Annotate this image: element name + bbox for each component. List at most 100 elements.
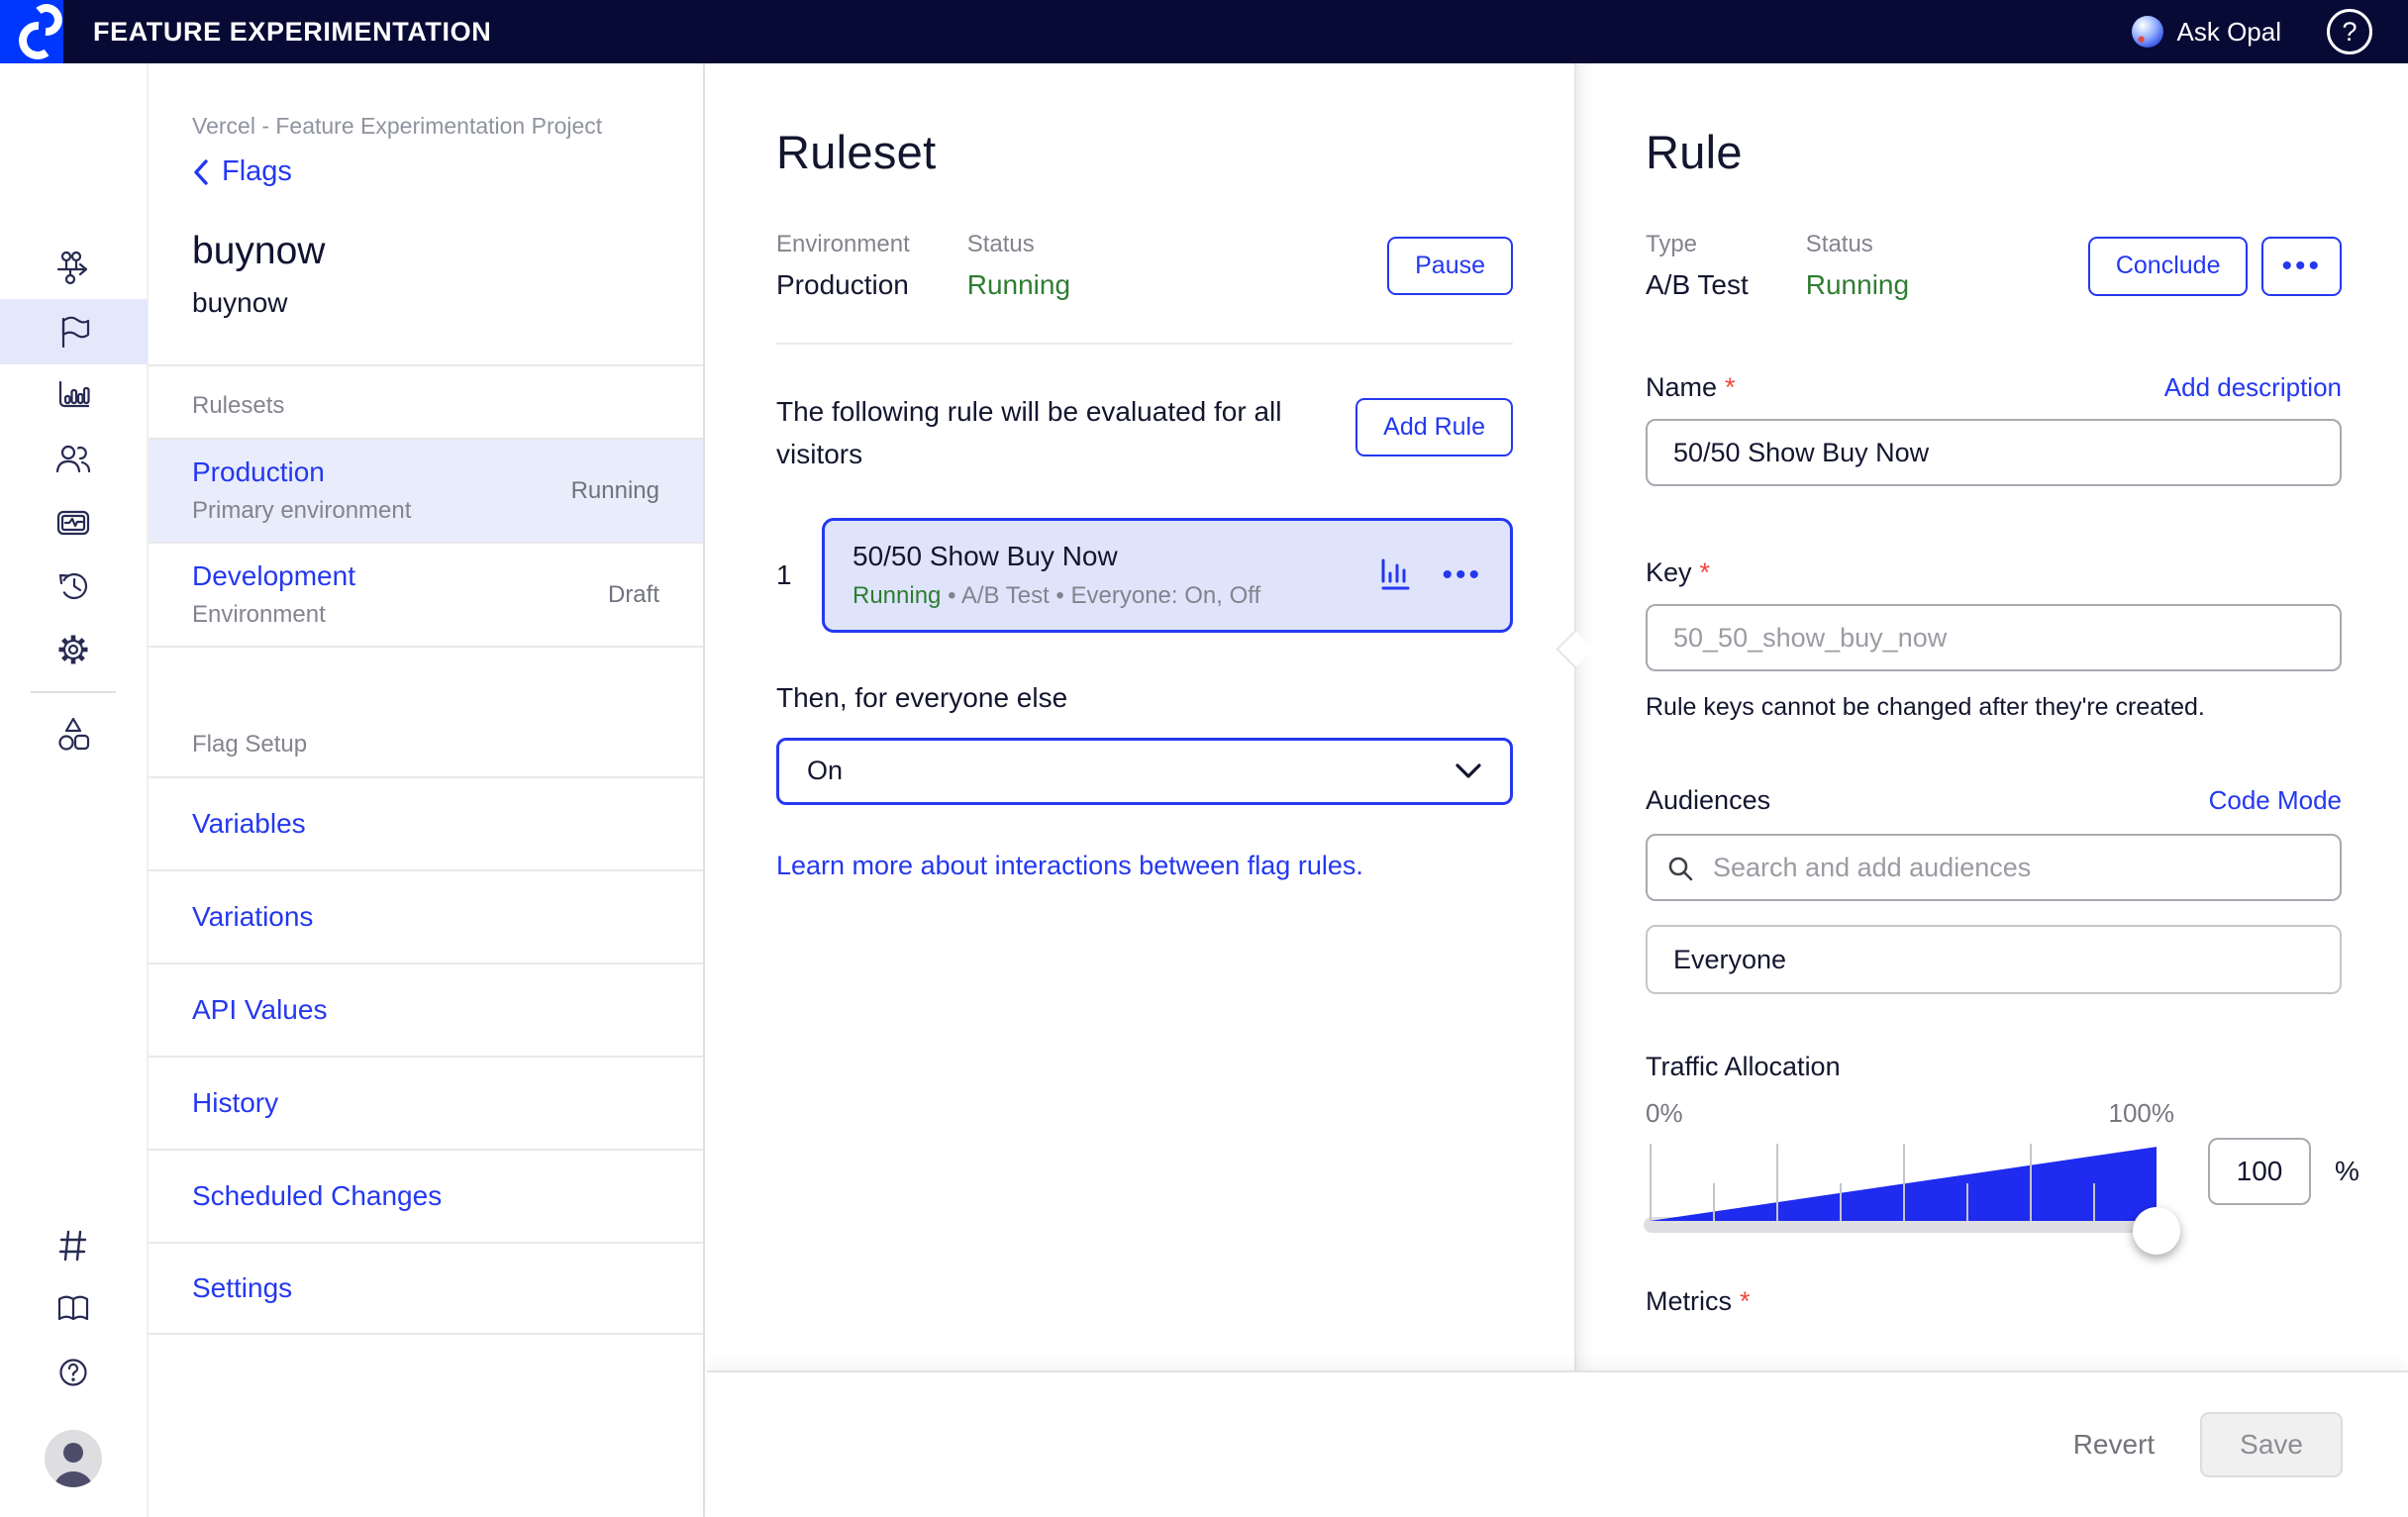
optimizely-logo-icon bbox=[14, 3, 71, 60]
breadcrumb: Vercel - Feature Experimentation Project bbox=[192, 113, 659, 140]
slider-min-label: 0% bbox=[1646, 1098, 1683, 1129]
optimizely-logo[interactable] bbox=[0, 0, 63, 63]
environment-label: Environment bbox=[776, 231, 910, 258]
add-description-link[interactable]: Add description bbox=[2164, 372, 2342, 403]
sidebar-item-components[interactable] bbox=[0, 703, 148, 766]
shapes-icon bbox=[54, 716, 92, 754]
status-label: Status bbox=[967, 231, 1070, 258]
sidebar-item-history[interactable]: History bbox=[149, 1056, 703, 1149]
pause-button[interactable]: Pause bbox=[1387, 237, 1513, 295]
required-asterisk: * bbox=[1725, 372, 1736, 402]
sidebar-item-events[interactable] bbox=[0, 491, 148, 555]
status-value: Running bbox=[1806, 269, 1909, 301]
bar-chart-icon bbox=[54, 377, 92, 415]
sidebar-item-docs[interactable] bbox=[0, 1277, 148, 1341]
traffic-allocation-slider[interactable]: 0% 100% bbox=[1646, 1098, 2160, 1247]
rule-card[interactable]: 50/50 Show Buy Now Running • A/B Test • … bbox=[822, 518, 1513, 633]
audience-search-input[interactable] bbox=[1646, 834, 2342, 901]
status-label: Status bbox=[1806, 231, 1909, 258]
flag-setup-section-label: Flag Setup bbox=[149, 705, 703, 776]
rulesets-section-label: Rulesets bbox=[149, 364, 703, 438]
feature-experimentation-app: FEATURE EXPERIMENTATION Ask Opal ? bbox=[0, 0, 2408, 1517]
opal-orb-icon bbox=[2132, 16, 2163, 48]
required-asterisk: * bbox=[1740, 1286, 1751, 1316]
environment-status: Running bbox=[571, 477, 659, 505]
code-mode-link[interactable]: Code Mode bbox=[2209, 785, 2342, 816]
sidebar-item-experiments[interactable] bbox=[0, 236, 148, 299]
environment-name: Development bbox=[192, 560, 355, 592]
add-rule-button[interactable]: Add Rule bbox=[1355, 398, 1513, 456]
sidebar-item-variables[interactable]: Variables bbox=[149, 776, 703, 869]
sidebar-item-settings[interactable] bbox=[0, 618, 148, 681]
rule-menu-button[interactable]: ••• bbox=[1442, 560, 1482, 590]
rule-number: 1 bbox=[776, 559, 822, 591]
experiment-flow-icon bbox=[54, 249, 92, 286]
ruleset-divider bbox=[776, 343, 1513, 345]
history-clock-icon bbox=[54, 567, 92, 605]
save-button[interactable]: Save bbox=[2200, 1412, 2343, 1477]
sidebar-item-shortcuts[interactable] bbox=[0, 1214, 148, 1277]
status-value: Running bbox=[967, 269, 1070, 301]
slider-handle[interactable] bbox=[2133, 1207, 2180, 1255]
sidebar-item-production[interactable]: Production Primary environment Running bbox=[149, 438, 703, 542]
flag-panel: Vercel - Feature Experimentation Project… bbox=[149, 63, 705, 1517]
action-bar: Revert Save bbox=[707, 1370, 2408, 1517]
ruleset-panel: Ruleset Environment Production Status Ru… bbox=[705, 63, 1574, 1517]
sidebar-item-scheduled-changes[interactable]: Scheduled Changes bbox=[149, 1149, 703, 1242]
audiences-people-icon bbox=[54, 441, 92, 478]
conclude-button[interactable]: Conclude bbox=[2088, 237, 2249, 296]
audiences-label: Audiences bbox=[1646, 785, 1770, 816]
rule-title: Rule bbox=[1646, 125, 2342, 179]
results-chart-icon[interactable] bbox=[1378, 557, 1416, 593]
hash-icon bbox=[54, 1227, 92, 1264]
slider-tick bbox=[2093, 1183, 2095, 1221]
rule-key-input[interactable] bbox=[1646, 604, 2342, 671]
sidebar-item-flags[interactable] bbox=[0, 299, 148, 364]
fallback-label: Then, for everyone else bbox=[776, 682, 1513, 714]
user-avatar[interactable] bbox=[45, 1430, 102, 1487]
slider-tick bbox=[1713, 1183, 1715, 1221]
ask-opal-button[interactable]: Ask Opal bbox=[2177, 17, 2282, 48]
environment-name: Production bbox=[192, 456, 411, 488]
sidebar-item-help[interactable] bbox=[0, 1341, 148, 1404]
key-help-text: Rule keys cannot be changed after they'r… bbox=[1646, 693, 2342, 722]
search-icon bbox=[1667, 856, 1694, 882]
key-label: Key* bbox=[1646, 557, 1710, 588]
sidebar-item-reports[interactable] bbox=[0, 364, 148, 428]
back-to-flags-link[interactable]: Flags bbox=[192, 155, 659, 188]
required-asterisk: * bbox=[1700, 557, 1711, 587]
percent-sign: % bbox=[2335, 1156, 2359, 1187]
rule-card-status: Running bbox=[853, 582, 941, 609]
audience-everyone-chip[interactable]: Everyone bbox=[1646, 925, 2342, 994]
fallback-dropdown[interactable]: On bbox=[776, 738, 1513, 805]
chevron-left-icon bbox=[192, 158, 210, 186]
sidebar-item-api-values[interactable]: API Values bbox=[149, 962, 703, 1056]
rule-evaluation-text: The following rule will be evaluated for… bbox=[776, 390, 1336, 476]
environment-description: Primary environment bbox=[192, 497, 411, 525]
sidebar-item-history[interactable] bbox=[0, 555, 148, 618]
learn-more-link[interactable]: Learn more about interactions between fl… bbox=[776, 851, 1363, 881]
traffic-percent-input[interactable] bbox=[2208, 1138, 2311, 1205]
slider-max-label: 100% bbox=[2109, 1098, 2175, 1129]
environment-status: Draft bbox=[608, 581, 659, 609]
sidebar-item-audiences[interactable] bbox=[0, 428, 148, 491]
sidebar-item-variations[interactable]: Variations bbox=[149, 869, 703, 962]
type-value: A/B Test bbox=[1646, 269, 1749, 301]
rule-name-input[interactable] bbox=[1646, 419, 2342, 486]
slider-tick bbox=[1840, 1183, 1842, 1221]
slider-tick bbox=[1776, 1144, 1778, 1221]
sidebar-item-settings[interactable]: Settings bbox=[149, 1242, 703, 1335]
flag-key: buynow bbox=[192, 287, 659, 319]
icon-rail bbox=[0, 63, 149, 1517]
sidebar-item-development[interactable]: Development Environment Draft bbox=[149, 542, 703, 648]
product-title: FEATURE EXPERIMENTATION bbox=[93, 17, 491, 48]
top-bar: FEATURE EXPERIMENTATION Ask Opal ? bbox=[0, 0, 2408, 63]
rule-overflow-menu-button[interactable]: ••• bbox=[2261, 237, 2342, 296]
rule-detail-panel: Rule Type A/B Test Status Running Conclu… bbox=[1574, 63, 2408, 1517]
flag-icon bbox=[54, 313, 92, 351]
revert-button[interactable]: Revert bbox=[2073, 1429, 2155, 1461]
avatar-person-icon bbox=[45, 1430, 102, 1487]
help-icon[interactable]: ? bbox=[2327, 9, 2372, 54]
slider-tick bbox=[1903, 1144, 1905, 1221]
rule-card-title: 50/50 Show Buy Now bbox=[853, 541, 1378, 572]
